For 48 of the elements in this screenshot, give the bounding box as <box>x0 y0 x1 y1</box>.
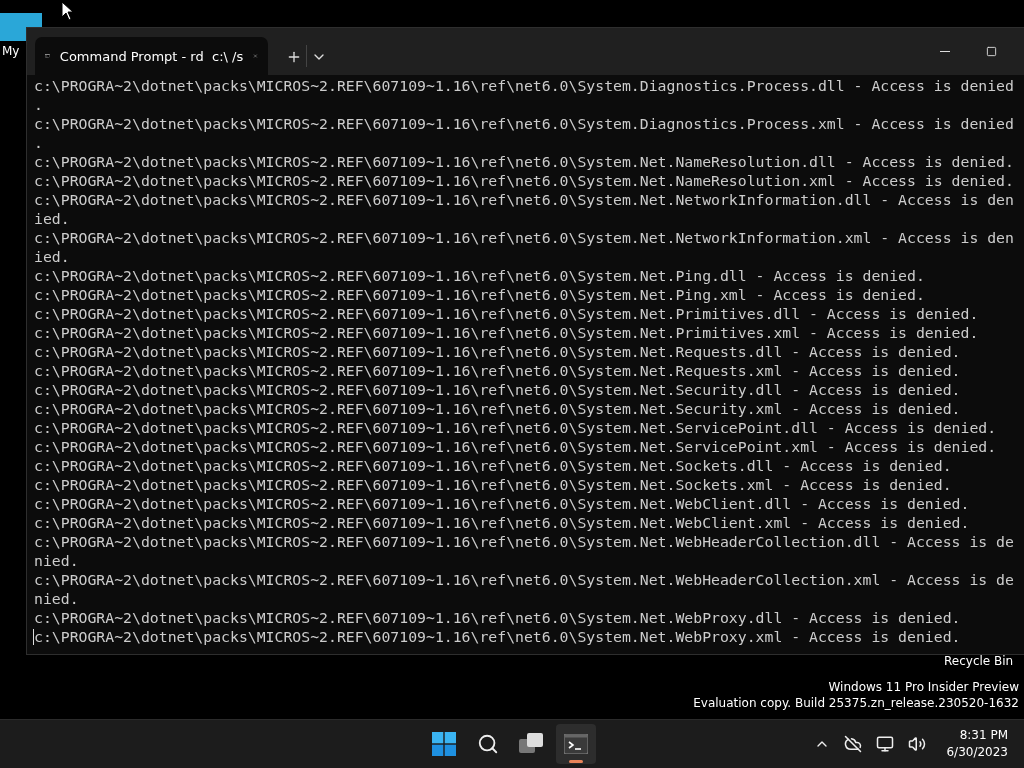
console-line: c:\PROGRA~2\dotnet\packs\MICROS~2.REF\607109~1.16\ref\net6.0\System.Net.WebHeaderCollection.dll - Access is de <box>34 532 1015 551</box>
task-view-icon <box>519 733 545 755</box>
text-cursor <box>33 629 34 645</box>
console-line: c:\PROGRA~2\dotnet\packs\MICROS~2.REF\607109~1.16\ref\net6.0\System.Net.Primitives.xml - Access is denied. <box>34 323 980 342</box>
console-line: c:\PROGRA~2\dotnet\packs\MICROS~2.REF\607109~1.16\ref\net6.0\System.Net.NameResolution.xml - Access is denied. <box>34 171 1015 190</box>
console-line: c:\PROGRA~2\dotnet\packs\MICROS~2.REF\607109~1.16\ref\net6.0\System.Net.WebHeaderCollection.xml - Access is de <box>34 570 1015 589</box>
minimize-icon <box>940 51 950 52</box>
console-line: . <box>34 133 44 152</box>
console-line: c:\PROGRA~2\dotnet\packs\MICROS~2.REF\607109~1.16\ref\net6.0\System.Net.NetworkInformation.xml - Access is den <box>34 228 1015 247</box>
console-line: c:\PROGRA~2\dotnet\packs\MICROS~2.REF\607109~1.16\ref\net6.0\System.Diagnostics.Process.xml - Access is denied <box>34 114 1015 133</box>
plus-icon <box>286 49 302 65</box>
maximize-icon <box>985 46 997 57</box>
network-icon[interactable] <box>876 735 895 753</box>
console-line: c:\PROGRA~2\dotnet\packs\MICROS~2.REF\607109~1.16\ref\net6.0\System.Net.ServicePoint.xml - Access is denied. <box>34 437 998 456</box>
console-line: c:\PROGRA~2\dotnet\packs\MICROS~2.REF\607109~1.16\ref\net6.0\System.Net.Ping.dll - Access is denied. <box>34 266 926 285</box>
cloud-off-icon[interactable] <box>844 735 863 753</box>
console-line: c:\PROGRA~2\dotnet\packs\MICROS~2.REF\607109~1.16\ref\net6.0\System.Net.ServicePoint.dll - Access is denied. <box>34 418 998 437</box>
console-line: c:\PROGRA~2\dotnet\packs\MICROS~2.REF\607109~1.16\ref\net6.0\System.Net.Requests.dll - Access is denied. <box>34 342 962 361</box>
clock-time[interactable]: 8:31 PM <box>959 727 1008 744</box>
terminal-icon <box>564 734 588 754</box>
terminal-tab[interactable]: Command Prompt - rd c:\ /s <box>35 37 268 75</box>
windows-watermark-text: Windows 11 Pro Insider Preview <box>827 679 1019 695</box>
console-line: . <box>34 95 44 114</box>
console-line: ied. <box>34 209 71 228</box>
console-line: c:\PROGRA~2\dotnet\packs\MICROS~2.REF\607109~1.16\ref\net6.0\System.Net.Ping.xml - Access is denied. <box>34 285 926 304</box>
console-line: c:\PROGRA~2\dotnet\packs\MICROS~2.REF\607109~1.16\ref\net6.0\System.Net.NetworkInformation.dll - Access is den <box>34 190 1015 209</box>
console-line: c:\PROGRA~2\dotnet\packs\MICROS~2.REF\607109~1.16\ref\net6.0\System.Net.Security.xml - Access is denied. <box>34 399 962 418</box>
console-line: c:\PROGRA~2\dotnet\packs\MICROS~2.REF\607109~1.16\ref\net6.0\System.Diagnostics.Process.dll - Access is denied <box>34 76 1015 95</box>
windows-watermark-text: Evaluation copy. Build 25375.zn_release.230520-1632 <box>693 695 1019 711</box>
console-line: c:\PROGRA~2\dotnet\packs\MICROS~2.REF\607109~1.16\ref\net6.0\System.Net.WebClient.xml - Access is denied. <box>34 513 971 532</box>
console-line: c:\PROGRA~2\dotnet\packs\MICROS~2.REF\607109~1.16\ref\net6.0\System.Net.Requests.xml - Access is denied. <box>34 361 962 380</box>
console-line: nied. <box>34 589 80 608</box>
console-line: c:\PROGRA~2\dotnet\packs\MICROS~2.REF\607109~1.16\ref\net6.0\System.Net.Primitives.dll - Access is denied. <box>34 304 980 323</box>
desktop-icon-label[interactable]: Recycle Bin <box>944 654 1014 668</box>
console-line: c:\PROGRA~2\dotnet\packs\MICROS~2.REF\607109~1.16\ref\net6.0\System.Net.WebProxy.xml - Access is denied. <box>34 627 962 646</box>
windows-logo-icon <box>432 732 456 756</box>
console-line: c:\PROGRA~2\dotnet\packs\MICROS~2.REF\607109~1.16\ref\net6.0\System.Net.NameResolution.dll - Access is denied. <box>34 152 1015 171</box>
clock-date[interactable]: 6/30/2023 <box>946 744 1008 761</box>
console-line: ied. <box>34 247 71 266</box>
console-line: nied. <box>34 551 80 570</box>
desktop-icon-label[interactable]: My <box>2 44 20 58</box>
console-line: c:\PROGRA~2\dotnet\packs\MICROS~2.REF\607109~1.16\ref\net6.0\System.Net.WebClient.dll - Access is denied. <box>34 494 971 513</box>
console-line: c:\PROGRA~2\dotnet\packs\MICROS~2.REF\607109~1.16\ref\net6.0\System.Net.Sockets.dll - Access is denied. <box>34 456 953 475</box>
volume-icon[interactable] <box>908 735 927 753</box>
console-line: c:\PROGRA~2\dotnet\packs\MICROS~2.REF\607109~1.16\ref\net6.0\System.Net.WebProxy.dll - Access is denied. <box>34 608 962 627</box>
console-line: c:\PROGRA~2\dotnet\packs\MICROS~2.REF\607109~1.16\ref\net6.0\System.Net.Sockets.xml - Access is denied. <box>34 475 953 494</box>
search-icon <box>477 733 499 755</box>
console-line: c:\PROGRA~2\dotnet\packs\MICROS~2.REF\607109~1.16\ref\net6.0\System.Net.Security.dll - Access is denied. <box>34 380 962 399</box>
